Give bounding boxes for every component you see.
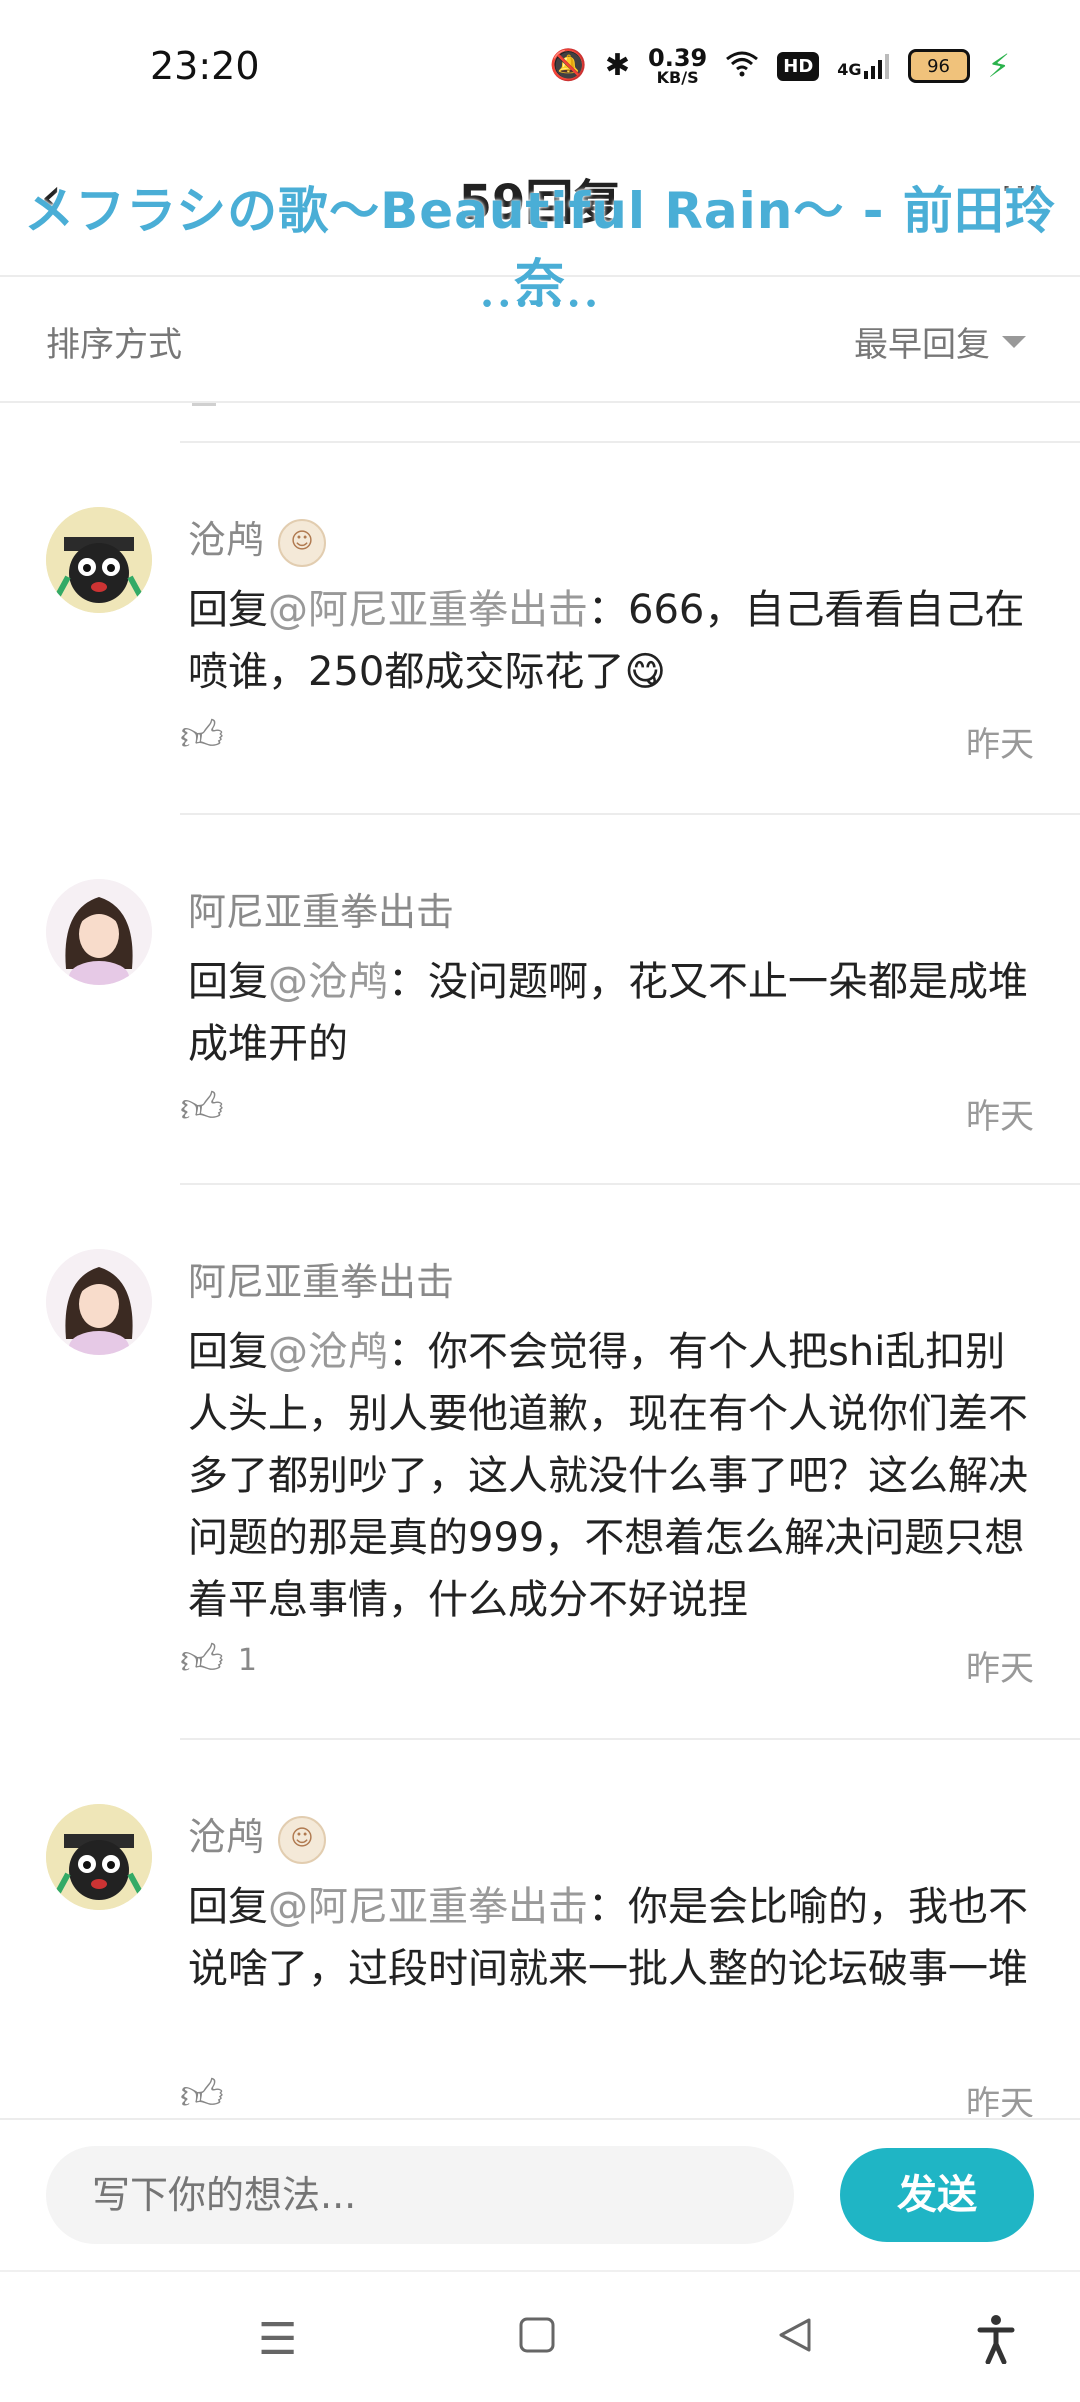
mention-link[interactable]: @阿尼亚重拳出击 <box>268 587 588 633</box>
sort-value: 最早回复 <box>854 325 990 365</box>
menu-icon[interactable]: ☰ <box>258 2314 297 2365</box>
thumbs-up-icon: 👍︎ <box>180 2070 224 2117</box>
status-time: 23:20 <box>150 44 260 88</box>
caret-down-icon <box>1002 335 1026 348</box>
comment-item: 阿尼亚重拳出击 回复@沧鸬：你不会觉得，有个人把shi乱扣别人头上，别人要他道歉… <box>0 1185 1080 1740</box>
triangle-back-icon[interactable] <box>776 2314 814 2365</box>
mention-link[interactable]: @沧鸬 <box>268 959 388 1005</box>
reply-prefix: 回复 <box>188 1884 268 1930</box>
partial-icon <box>192 403 216 406</box>
signal-icon: 4G <box>837 53 889 79</box>
comment-body: 回复@沧鸬：你不会觉得，有个人把shi乱扣别人头上，别人要他道歉，现在有个人说你… <box>188 1321 1034 1631</box>
sort-dropdown[interactable]: 最早回复 <box>854 317 1026 366</box>
user-badge-icon: ☺ <box>278 1815 327 1864</box>
avatar[interactable] <box>46 1804 152 1910</box>
battery-indicator: 96 <box>907 49 970 83</box>
comment-time: 昨天 <box>966 1097 1034 1137</box>
square-home-icon[interactable] <box>518 2314 556 2365</box>
avatar[interactable] <box>46 507 152 613</box>
author-name: 沧鸬 <box>188 518 265 562</box>
comment-input[interactable] <box>46 2146 794 2244</box>
thumbs-up-icon: 👍︎ <box>180 1635 224 1684</box>
author-name: 阿尼亚重拳出击 <box>188 890 455 934</box>
like-button[interactable]: 👍︎ <box>180 1083 238 1134</box>
thumbs-up-icon: 👍︎ <box>180 1083 224 1132</box>
header-bar: 59回复 ‹ ⋯ メフラシの歌～Beautiful Rain～ - 前田玲奈 •… <box>0 135 1080 320</box>
like-button[interactable]: 👍︎ <box>180 2070 238 2117</box>
reply-prefix: 回复 <box>188 959 268 1005</box>
comment-author[interactable]: 沧鸬 ☺ <box>188 509 327 567</box>
author-name: 阿尼亚重拳出击 <box>188 1260 455 1304</box>
thumbs-up-icon: 👍︎ <box>180 711 224 760</box>
comment-item: 沧鸬 ☺ 回复@阿尼亚重拳出击：666，自己看看自己在喷谁，250都成交际花了😋 … <box>0 443 1080 815</box>
mention-link[interactable]: @沧鸬 <box>268 1329 388 1375</box>
comment-list[interactable]: 沧鸬 ☺ 回复@阿尼亚重拳出击：666，自己看看自己在喷谁，250都成交际花了😋 … <box>0 403 1080 2117</box>
comment-author[interactable]: 阿尼亚重拳出击 <box>188 1251 454 1306</box>
status-icons: 🔕 ✱ 0.39 KB/S HD 4G 96 ⚡ <box>550 46 1010 86</box>
system-nav-bar: ☰ <box>0 2270 1080 2402</box>
wifi-icon <box>725 49 759 83</box>
reply-prefix: 回复 <box>188 587 268 633</box>
comment-time: 昨天 <box>966 2084 1034 2117</box>
like-button[interactable]: 👍︎ <box>180 711 238 762</box>
bolt-icon: ⚡ <box>987 47 1010 85</box>
comment-body: 回复@阿尼亚重拳出击：666，自己看看自己在喷谁，250都成交际花了😋 <box>188 579 1034 703</box>
comment-body: 回复@阿尼亚重拳出击：你是会比喻的，我也不说啥了，过段时间就来一批人整的论坛破事… <box>188 1876 1034 2000</box>
reply-bar: 发送 <box>0 2118 1080 2270</box>
comment-item: 阿尼亚重拳出击 回复@沧鸬：没问题啊，花又不止一朵都是成堆成堆开的 👍︎ 昨天 <box>0 815 1080 1185</box>
mention-link[interactable]: @阿尼亚重拳出击 <box>268 1884 588 1930</box>
list-top-fragment <box>0 403 1080 443</box>
comment-author[interactable]: 沧鸬 ☺ <box>188 1806 327 1864</box>
sort-bar: 排序方式 最早回复 <box>0 277 1080 403</box>
author-name: 沧鸬 <box>188 1815 265 1859</box>
sort-label: 排序方式 <box>46 325 182 365</box>
net-speed-value: 0.39 <box>648 44 708 72</box>
comment-time: 昨天 <box>966 1649 1034 1689</box>
like-count: 1 <box>237 1643 257 1678</box>
comment-author[interactable]: 阿尼亚重拳出击 <box>188 881 454 936</box>
comment-body: 回复@沧鸬：没问题啊，花又不止一朵都是成堆成堆开的 <box>188 951 1034 1075</box>
status-bar: 23:20 🔕 ✱ 0.39 KB/S HD 4G 96 ⚡ <box>0 0 1080 135</box>
net-speed: 0.39 KB/S <box>648 46 707 86</box>
net-speed-unit: KB/S <box>656 68 699 87</box>
hd-badge: HD <box>777 51 820 81</box>
send-button[interactable]: 发送 <box>840 2148 1034 2242</box>
avatar[interactable] <box>46 879 152 985</box>
reply-prefix: 回复 <box>188 1329 268 1375</box>
bluetooth-icon: ✱ <box>604 48 631 83</box>
like-button[interactable]: 👍︎ 1 <box>180 1635 257 1686</box>
user-badge-icon: ☺ <box>278 518 327 567</box>
comment-time: 昨天 <box>966 725 1034 765</box>
bell-off-icon: 🔕 <box>549 48 587 83</box>
accessibility-icon[interactable] <box>976 2314 1016 2375</box>
signal-label: 4G <box>837 60 862 79</box>
comment-item: 沧鸬 ☺ 回复@阿尼亚重拳出击：你是会比喻的，我也不说啥了，过段时间就来一批人整的… <box>0 1740 1080 2117</box>
avatar[interactable] <box>46 1249 152 1355</box>
